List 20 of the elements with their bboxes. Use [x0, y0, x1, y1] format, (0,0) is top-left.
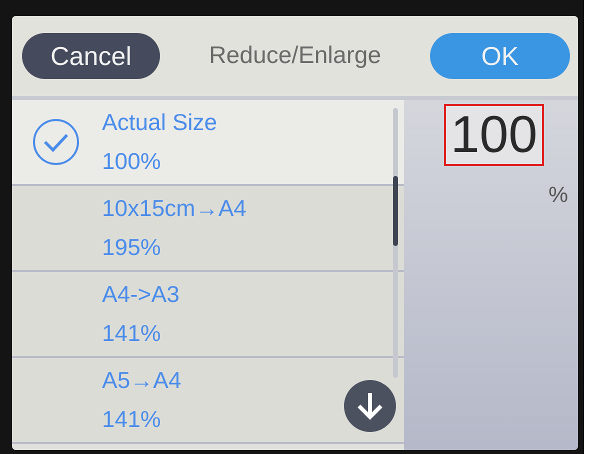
- option-percent: 195%: [102, 235, 162, 260]
- screen-title: Reduce/Enlarge: [208, 42, 382, 70]
- option-row[interactable]: A5→A4 141%: [12, 358, 404, 444]
- down-arrow-icon: [356, 391, 384, 421]
- option-percent: 141%: [102, 407, 162, 432]
- option-name: A5→A4: [102, 368, 182, 393]
- option-name: A4->A3: [102, 282, 180, 307]
- option-name: Actual Size: [102, 110, 218, 135]
- cancel-button[interactable]: Cancel: [22, 33, 160, 79]
- option-percent: 100%: [102, 149, 162, 174]
- option-name: 10x15cm→A4: [102, 196, 246, 221]
- option-row[interactable]: Actual Size 100%: [12, 100, 404, 186]
- option-percent: 141%: [102, 321, 162, 346]
- ok-button[interactable]: OK: [430, 33, 570, 79]
- check-icon: [32, 118, 80, 166]
- scrollbar[interactable]: [393, 108, 398, 378]
- option-row[interactable]: 10x15cm→A4 195%: [12, 186, 404, 272]
- value-display[interactable]: 100: [444, 104, 544, 166]
- option-row[interactable]: A4->A3 141%: [12, 272, 404, 358]
- unit-label: %: [548, 182, 568, 208]
